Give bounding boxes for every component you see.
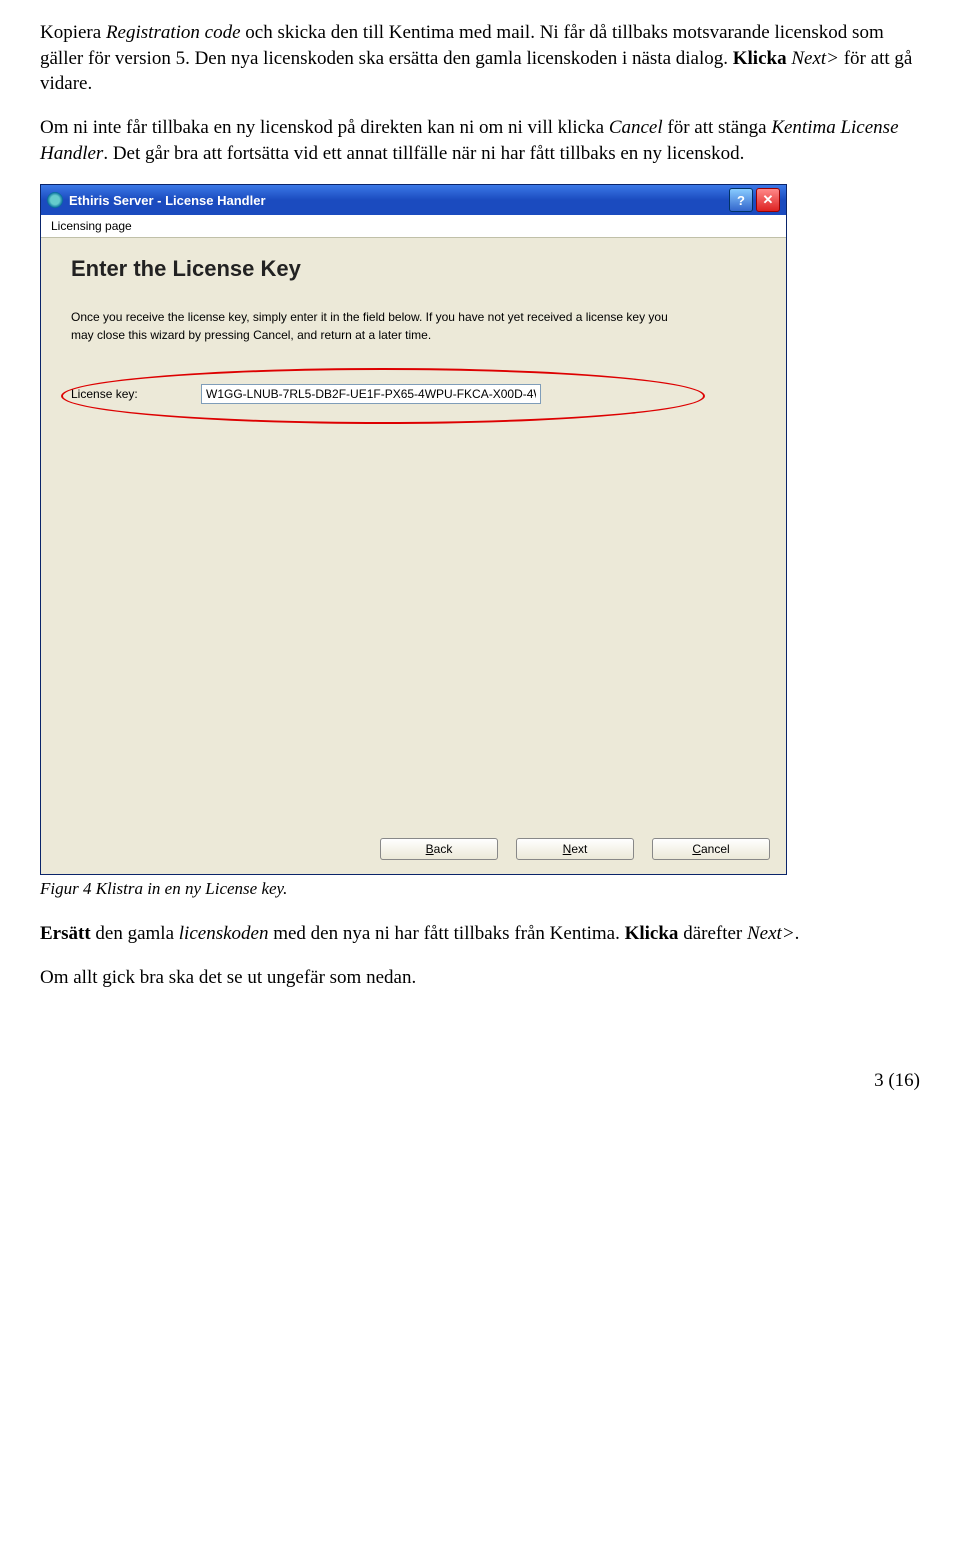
back-button[interactable]: Back [380, 838, 498, 860]
text: för att stänga [663, 117, 772, 138]
paragraph-2: Om ni inte får tillbaka en ny licenskod … [40, 115, 920, 166]
page-number: 3 (16) [40, 1070, 920, 1092]
text: Kopiera [40, 22, 106, 43]
next-button[interactable]: Next [516, 838, 634, 860]
window-title: Ethiris Server - License Handler [69, 193, 726, 208]
label: ext [571, 842, 587, 856]
mnemonic: B [426, 842, 434, 856]
license-handler-dialog: Ethiris Server - License Handler ? ✕ Lic… [40, 184, 787, 875]
action-ersatt: Ersätt [40, 923, 91, 944]
text: . [795, 923, 800, 944]
titlebar: Ethiris Server - License Handler ? ✕ [41, 185, 786, 215]
term-registration-code: Registration code [106, 22, 241, 43]
term-cancel: Cancel [609, 117, 663, 138]
figure-caption: Figur 4 Klistra in en ny License key. [40, 879, 920, 899]
action-klicka: Klicka [733, 48, 787, 69]
text: Om ni inte får tillbaka en ny licenskod … [40, 117, 609, 138]
text: den gamla [91, 923, 179, 944]
app-icon [47, 192, 63, 208]
term-next: Next> [787, 48, 839, 69]
paragraph-3: Ersätt den gamla licenskoden med den nya… [40, 921, 920, 947]
close-button[interactable]: ✕ [756, 188, 780, 212]
term-next: Next> [747, 923, 795, 944]
mnemonic: C [692, 842, 701, 856]
help-button[interactable]: ? [729, 188, 753, 212]
button-bar: Back Next Cancel [41, 828, 786, 874]
text: med den nya ni har fått tillbaks från Ke… [268, 923, 624, 944]
term-licenskoden: licenskoden [179, 923, 269, 944]
license-key-row: License key: [71, 384, 756, 404]
label: ancel [701, 842, 730, 856]
paragraph-1: Kopiera Registration code och skicka den… [40, 20, 920, 97]
paragraph-4: Om allt gick bra ska det se ut ungefär s… [40, 965, 920, 991]
action-klicka: Klicka [625, 923, 679, 944]
label: ack [434, 842, 453, 856]
text: därefter [678, 923, 747, 944]
subheader: Licensing page [41, 215, 786, 238]
license-key-label: License key: [71, 387, 201, 401]
license-key-input[interactable] [201, 384, 541, 404]
dialog-heading: Enter the License Key [71, 256, 756, 282]
dialog-description: Once you receive the license key, simply… [71, 308, 691, 344]
dialog-body: Enter the License Key Once you receive t… [41, 238, 786, 828]
text: . Det går bra att fortsätta vid ett anna… [103, 143, 744, 164]
cancel-button[interactable]: Cancel [652, 838, 770, 860]
